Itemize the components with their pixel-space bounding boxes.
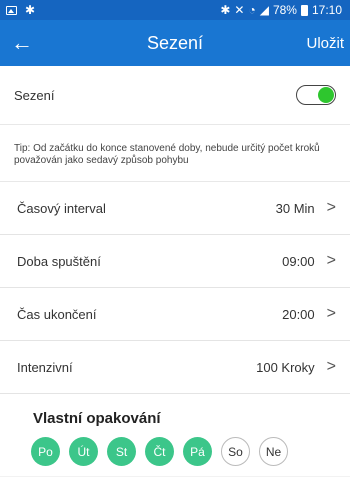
tip-text: Tip: Od začátku do konce stanovené doby,… (0, 125, 350, 182)
settings-row-value: 20:00 (282, 306, 315, 322)
settings-row-label: Doba spuštění (17, 253, 101, 269)
day-toggle-1[interactable]: Út (69, 437, 98, 466)
wifi-icon: ◔ (248, 3, 256, 17)
settings-row-value: 09:00 (282, 253, 315, 269)
image-notification-icon (6, 5, 17, 15)
settings-row-value-group: 100 Kroky > (256, 358, 336, 376)
day-toggle-2[interactable]: St (107, 437, 136, 466)
repeat-section-title: Vlastní opakování (0, 394, 350, 433)
settings-row-value-group: 09:00 > (282, 252, 336, 270)
status-bar: ✱ ✱ ✕ ◔ ◢ 78% 17:10 (0, 0, 350, 20)
signal-icon: ◢ (259, 3, 269, 17)
switch-knob (318, 87, 334, 103)
end-time-row[interactable]: Čas ukončení 20:00 > (0, 288, 350, 341)
settings-row-label: Časový interval (17, 200, 106, 216)
page-title: Sezení (146, 32, 204, 53)
sedentary-switch[interactable] (296, 85, 336, 105)
back-button[interactable]: ← (0, 20, 44, 66)
settings-row-label: Intenzivní (17, 359, 73, 375)
day-toggle-4[interactable]: Pá (183, 437, 212, 466)
battery-icon (300, 4, 308, 16)
day-toggle-6[interactable]: Ne (259, 437, 288, 466)
day-toggle-5[interactable]: So (221, 437, 250, 466)
chevron-right-icon: > (326, 252, 336, 269)
bluetooth-icon: ✱ (220, 3, 231, 17)
arrow-left-icon: ← (11, 30, 33, 55)
sedentary-toggle-label: Sezení (14, 87, 55, 103)
sedentary-toggle-row: Sezení (0, 66, 350, 125)
chevron-right-icon: > (326, 358, 336, 375)
settings-row-value: 30 Min (275, 200, 315, 216)
battery-percent: 78% (272, 3, 297, 17)
day-toggle-3[interactable]: Čt (145, 437, 174, 466)
settings-list: Časový interval 30 Min > Doba spuštění 09:00… (0, 182, 350, 394)
mute-icon: ✕ (234, 3, 245, 17)
intensity-row[interactable]: Intenzivní 100 Kroky > (0, 341, 350, 394)
chevron-right-icon: > (326, 199, 336, 216)
day-toggle-0[interactable]: Po (31, 437, 60, 466)
start-time-row[interactable]: Doba spuštění 09:00 > (0, 235, 350, 288)
settings-row-value: 100 Kroky (256, 359, 315, 375)
android-notification-icon: ✱ (25, 3, 36, 17)
settings-row-value-group: 30 Min > (276, 199, 336, 217)
settings-row-value-group: 20:00 > (282, 305, 336, 323)
clock: 17:10 (311, 3, 342, 17)
chevron-right-icon: > (326, 305, 336, 322)
app-bar: ← Sezení Uložit (0, 20, 350, 66)
time-interval-row[interactable]: Časový interval 30 Min > (0, 182, 350, 235)
weekday-selector: Po Út St Čt Pá So Ne (0, 433, 350, 476)
settings-row-label: Čas ukončení (17, 306, 97, 322)
save-button[interactable]: Uložit (306, 35, 344, 52)
